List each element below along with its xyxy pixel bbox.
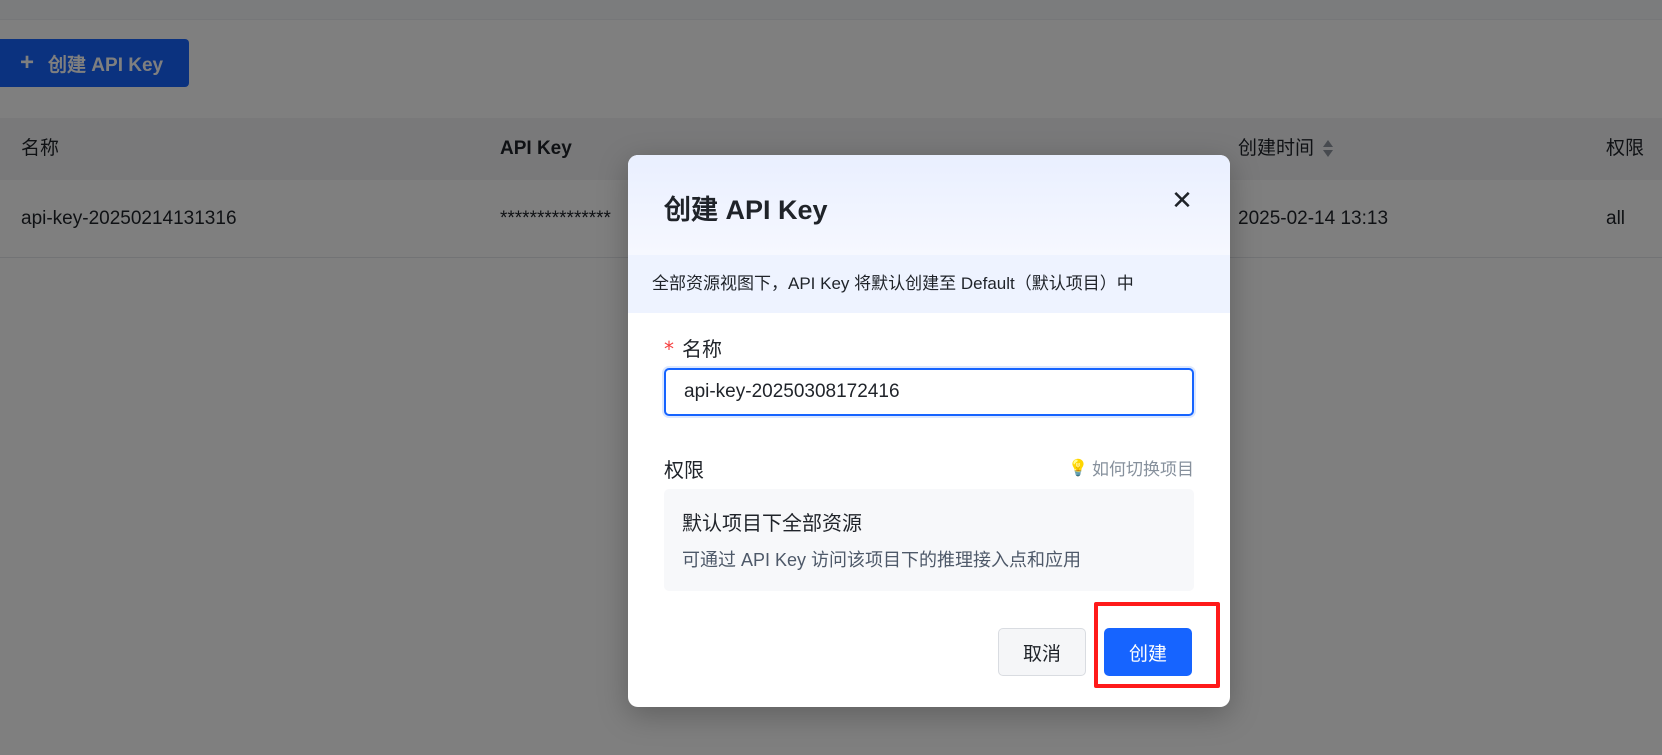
create-api-key-dialog: 创建 API Key ✕ 全部资源视图下，API Key 将默认创建至 Defa… [628,155,1230,707]
required-mark: * [664,337,674,361]
close-icon[interactable]: ✕ [1170,188,1194,214]
dialog-title: 创建 API Key [664,195,828,225]
lightbulb-icon: 💡 [1068,458,1088,477]
permission-option-card: 默认项目下全部资源 可通过 API Key 访问该项目下的推理接入点和应用 [664,489,1194,591]
cancel-button[interactable]: 取消 [998,628,1086,676]
permission-option-title: 默认项目下全部资源 [682,511,862,535]
name-field-label: * 名称 [664,333,722,362]
name-input[interactable] [664,368,1194,416]
dialog-header: 创建 API Key ✕ [628,155,1230,255]
create-button[interactable]: 创建 [1104,628,1192,676]
name-label-text: 名称 [682,337,722,361]
dialog-notice: 全部资源视图下，API Key 将默认创建至 Default（默认项目）中 [628,255,1230,313]
permission-option-desc: 可通过 API Key 访问该项目下的推理接入点和应用 [682,550,1082,570]
help-link-label: 如何切换项目 [1092,460,1194,480]
permission-label: 权限 [664,458,704,482]
how-to-switch-project-link[interactable]: 💡 如何切换项目 [1068,455,1194,480]
